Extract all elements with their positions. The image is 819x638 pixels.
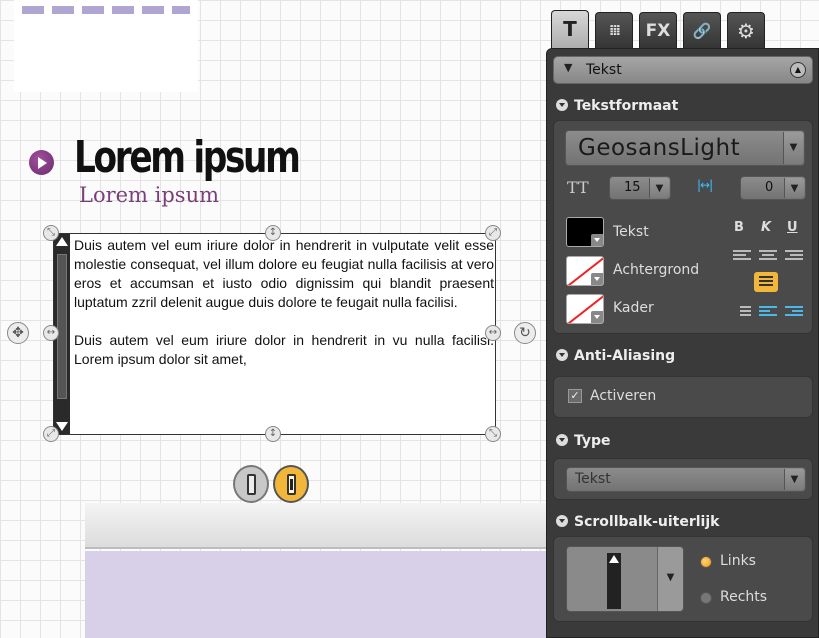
spacing-value: 0 bbox=[765, 180, 774, 195]
letter-spacing-select[interactable]: 0 ▼ bbox=[740, 176, 806, 200]
resize-handle-tl-icon[interactable]: ⤡ bbox=[43, 225, 59, 241]
align-right-icon[interactable] bbox=[785, 250, 803, 262]
section-label: Type bbox=[574, 433, 611, 449]
radio-right-label: Rechts bbox=[720, 589, 768, 605]
text-color-label: Tekst bbox=[613, 224, 649, 240]
chevron-down-icon bbox=[556, 349, 568, 361]
tab-grid[interactable]: ⁞⁞⁞ bbox=[595, 12, 633, 50]
font-size-icon: TT bbox=[567, 178, 589, 197]
font-value: GeosansLight bbox=[578, 135, 741, 161]
scrollbar-style-select[interactable]: ▼ bbox=[566, 546, 684, 612]
paragraph: Duis autem vel eum iriure dolor in hendr… bbox=[74, 237, 494, 310]
section-text-format[interactable]: Tekstformaat bbox=[556, 95, 811, 117]
scrollbar-on-toggle[interactable] bbox=[273, 465, 309, 503]
background-color-label: Achtergrond bbox=[613, 262, 700, 278]
chevron-down-icon[interactable]: ▼ bbox=[784, 178, 804, 198]
chevron-down-icon[interactable]: ▼ bbox=[784, 469, 804, 490]
section-scrollbar-appearance[interactable]: Scrollbalk-uiterlijk bbox=[556, 511, 811, 533]
list-icon[interactable] bbox=[733, 306, 751, 318]
scroll-thumb[interactable] bbox=[57, 254, 67, 399]
outdent-icon[interactable] bbox=[759, 306, 777, 318]
section-label: Tekstformaat bbox=[574, 98, 679, 114]
paragraph: Duis autem vel eum iriure dolor in hendr… bbox=[74, 332, 494, 367]
font-size-select[interactable]: 15 ▼ bbox=[609, 176, 671, 200]
slide-thumbnail bbox=[14, 0, 198, 92]
text-color-swatch[interactable] bbox=[566, 217, 604, 247]
type-select[interactable]: Tekst ▼ bbox=[566, 467, 806, 492]
section-type[interactable]: Type bbox=[556, 430, 811, 452]
resize-handle-right-icon[interactable]: ↔ bbox=[485, 325, 501, 341]
link-icon: 🔗 bbox=[692, 22, 712, 40]
tab-fx[interactable]: FX bbox=[639, 12, 677, 50]
dropdown-arrow-icon[interactable]: ▼ bbox=[564, 61, 572, 74]
scrollbar-icon bbox=[287, 474, 296, 495]
letter-spacing-icon: |↔| bbox=[697, 178, 713, 192]
font-select[interactable]: GeosansLight ▼ bbox=[565, 130, 805, 166]
chevron-down-icon[interactable] bbox=[591, 273, 603, 285]
fx-icon: FX bbox=[645, 21, 671, 41]
antialias-label: Activeren bbox=[590, 388, 657, 404]
chevron-down-icon[interactable] bbox=[591, 234, 603, 246]
section-label: Anti-Aliasing bbox=[574, 348, 676, 364]
chevron-down-icon bbox=[556, 434, 568, 446]
radio-left-label: Links bbox=[720, 553, 756, 569]
resize-handle-top-icon[interactable]: ↕ bbox=[265, 225, 281, 241]
bold-button[interactable]: B bbox=[734, 220, 744, 235]
chevron-down-icon[interactable]: ▼ bbox=[657, 547, 683, 611]
grid-icon: ⁞⁞⁞ bbox=[609, 23, 621, 39]
chevron-down-icon[interactable]: ▼ bbox=[649, 178, 669, 198]
scrollbar-off-toggle[interactable] bbox=[233, 465, 269, 503]
indent-icon[interactable] bbox=[785, 306, 803, 318]
radio-left[interactable] bbox=[700, 556, 712, 568]
align-left-icon[interactable] bbox=[733, 250, 751, 262]
italic-button[interactable]: K bbox=[761, 220, 771, 235]
text-body[interactable]: Duis autem vel eum iriure dolor in hendr… bbox=[74, 236, 494, 369]
resize-handle-left-icon[interactable]: ↔ bbox=[43, 325, 59, 341]
chevron-down-icon[interactable]: ▼ bbox=[783, 132, 803, 164]
chevron-down-icon[interactable] bbox=[591, 311, 603, 323]
border-color-swatch[interactable] bbox=[566, 294, 604, 324]
text-icon: T bbox=[563, 17, 577, 41]
resize-handle-bl-icon[interactable]: ⤢ bbox=[43, 426, 59, 442]
scroll-up-icon bbox=[609, 555, 619, 563]
resize-handle-br-icon[interactable]: ⤡ bbox=[485, 426, 501, 442]
section-label: Scrollbalk-uiterlijk bbox=[574, 514, 720, 530]
footer-bar bbox=[85, 503, 546, 549]
footer-area bbox=[85, 551, 546, 638]
move-handle-icon[interactable]: ✥ bbox=[7, 322, 29, 344]
gears-icon: ⚙ bbox=[737, 19, 755, 43]
subheading-text[interactable]: Lorem ipsum bbox=[79, 183, 219, 207]
align-justify-icon[interactable] bbox=[754, 272, 778, 292]
align-center-icon[interactable] bbox=[759, 250, 777, 262]
border-color-label: Kader bbox=[613, 300, 654, 316]
heading-text[interactable]: Lorem ipsum bbox=[74, 132, 301, 183]
font-size-value: 15 bbox=[624, 180, 641, 195]
tab-settings[interactable]: ⚙ bbox=[727, 12, 765, 50]
tab-text[interactable]: T bbox=[551, 10, 589, 52]
rotate-handle-icon[interactable]: ↻ bbox=[514, 322, 536, 344]
type-value: Tekst bbox=[575, 471, 611, 487]
chevron-down-icon bbox=[556, 515, 568, 527]
scroll-up-icon[interactable] bbox=[56, 237, 68, 246]
resize-handle-bottom-icon[interactable]: ↕ bbox=[265, 426, 281, 442]
bullet-arrow-icon bbox=[29, 150, 54, 175]
panel-title: Tekst bbox=[586, 62, 622, 78]
section-anti-aliasing[interactable]: Anti-Aliasing bbox=[556, 345, 811, 367]
underline-button[interactable]: U bbox=[787, 220, 798, 235]
collapse-icon[interactable]: ▲ bbox=[790, 62, 806, 78]
antialias-checkbox[interactable]: ✓ bbox=[568, 389, 582, 403]
tab-link[interactable]: 🔗 bbox=[683, 12, 721, 50]
background-color-swatch[interactable] bbox=[566, 256, 604, 286]
chevron-down-icon bbox=[556, 99, 568, 111]
resize-handle-tr-icon[interactable]: ⤢ bbox=[485, 225, 501, 241]
panel-header[interactable]: ▼ Tekst ▲ bbox=[553, 56, 813, 84]
radio-right[interactable] bbox=[700, 592, 712, 604]
bar-icon bbox=[247, 474, 256, 495]
thumbnail-strip bbox=[22, 6, 190, 14]
